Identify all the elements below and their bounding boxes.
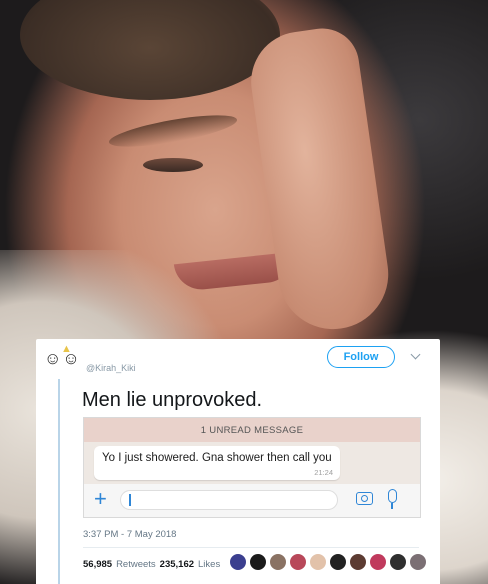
photo-hair <box>20 0 280 100</box>
unread-banner: 1 UNREAD MESSAGE <box>84 418 420 442</box>
plus-icon[interactable]: + <box>94 488 107 510</box>
avatar[interactable]: ☺ ☺ ▲ <box>44 343 80 371</box>
chat-input-bar: + <box>84 484 420 517</box>
tweet-card: ☺ ☺ ▲ @Kirah_Kiki Follow Men lie unprovo… <box>36 339 440 584</box>
message-bubble: Yo I just showered. Gna shower then call… <box>94 446 340 480</box>
liker-avatar[interactable] <box>269 553 287 571</box>
crown-icon: ▲ <box>61 343 72 355</box>
retweets-label[interactable]: Retweets <box>116 559 156 570</box>
user-handle[interactable]: @Kirah_Kiki <box>86 363 136 373</box>
chevron-down-icon[interactable] <box>410 349 421 360</box>
liker-avatar[interactable] <box>249 553 267 571</box>
liker-avatar[interactable] <box>369 553 387 571</box>
likes-count[interactable]: 235,162 <box>160 559 194 570</box>
retweets-count[interactable]: 56,985 <box>83 559 112 570</box>
photo-eye <box>143 158 203 172</box>
message-time: 21:24 <box>314 468 333 477</box>
tweet-timestamp[interactable]: 3:37 PM - 7 May 2018 <box>83 529 176 540</box>
liker-avatar[interactable] <box>389 553 407 571</box>
thread-line <box>58 379 60 584</box>
tweet-text: Men lie unprovoked. <box>82 389 263 411</box>
liker-avatar[interactable] <box>329 553 347 571</box>
face-icon: ☺ <box>44 349 62 368</box>
liker-avatar[interactable] <box>309 553 327 571</box>
liker-avatars <box>229 553 427 571</box>
message-input[interactable] <box>120 490 338 510</box>
mic-icon[interactable] <box>388 489 397 509</box>
message-text: Yo I just showered. Gna shower then call… <box>102 452 332 464</box>
liker-avatar[interactable] <box>409 553 427 571</box>
follow-button[interactable]: Follow <box>327 346 395 368</box>
chat-screenshot: 1 UNREAD MESSAGE Yo I just showered. Gna… <box>83 417 421 518</box>
tweet-stats: 56,985 Retweets 235,162 Likes <box>83 559 220 570</box>
divider <box>83 547 419 548</box>
text-caret <box>129 494 131 506</box>
photo-brow <box>107 108 239 154</box>
liker-avatar[interactable] <box>289 553 307 571</box>
liker-avatar[interactable] <box>229 553 247 571</box>
likes-label[interactable]: Likes <box>198 559 220 570</box>
camera-icon[interactable] <box>356 492 373 505</box>
liker-avatar[interactable] <box>349 553 367 571</box>
